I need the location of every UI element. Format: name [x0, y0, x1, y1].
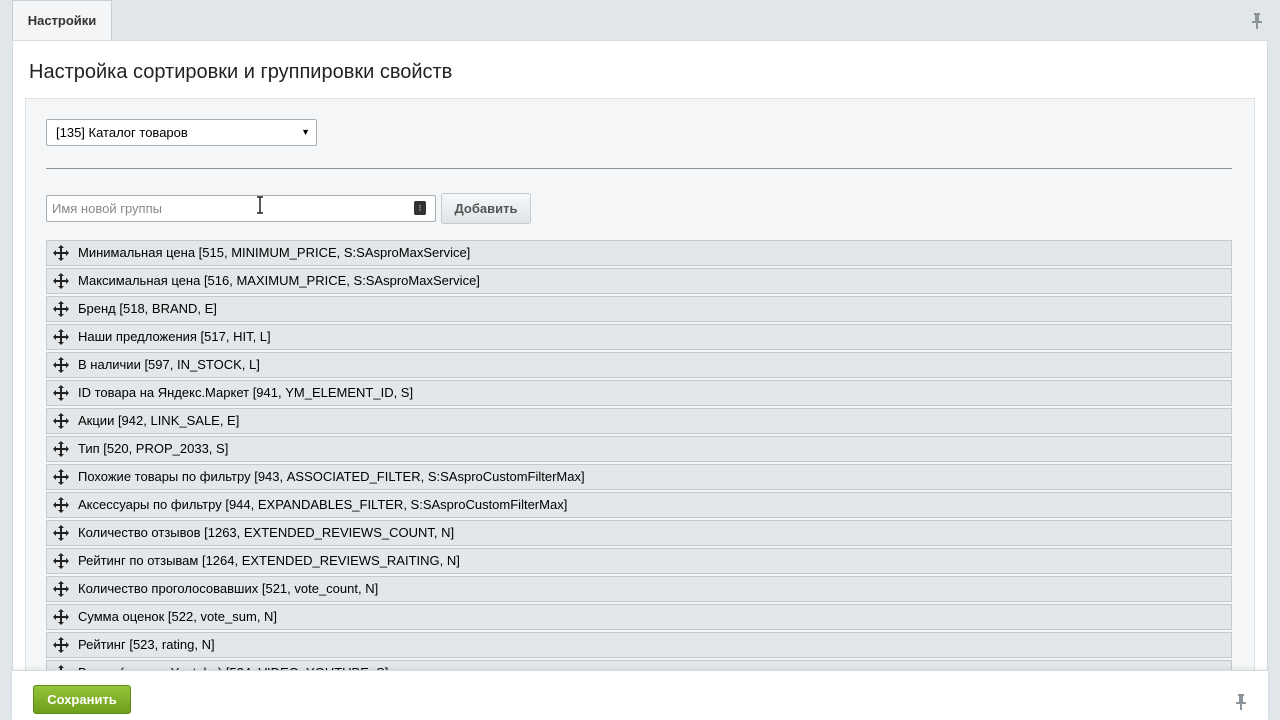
- move-arrows-icon[interactable]: [53, 273, 69, 289]
- settings-panel: Настройка сортировки и группировки свойс…: [12, 40, 1268, 681]
- page-title: Настройка сортировки и группировки свойс…: [29, 61, 453, 83]
- property-label: Похожие товары по фильтру [943, ASSOCIAT…: [78, 469, 585, 484]
- property-row[interactable]: Сумма оценок [522, vote_sum, N]: [46, 604, 1232, 630]
- move-arrows-icon[interactable]: [53, 329, 69, 345]
- move-arrows-icon[interactable]: [53, 301, 69, 317]
- property-label: В наличии [597, IN_STOCK, L]: [78, 357, 260, 372]
- property-label: Аксессуары по фильтру [944, EXPANDABLES_…: [78, 497, 568, 512]
- property-row[interactable]: Максимальная цена [516, MAXIMUM_PRICE, S…: [46, 268, 1232, 294]
- move-arrows-icon[interactable]: [53, 357, 69, 373]
- move-arrows-icon[interactable]: [53, 469, 69, 485]
- property-row[interactable]: Наши предложения [517, HIT, L]: [46, 324, 1232, 350]
- move-arrows-icon[interactable]: [53, 413, 69, 429]
- property-row[interactable]: Количество проголосовавших [521, vote_co…: [46, 576, 1232, 602]
- property-list: Минимальная цена [515, MINIMUM_PRICE, S:…: [46, 240, 1232, 681]
- dropdown-arrow-icon: ▼: [301, 127, 310, 137]
- settings-form: [135] Каталог товаров ▼ ⁝ Добавить Миним…: [25, 98, 1255, 681]
- footer-bar: Сохранить: [12, 670, 1268, 720]
- move-arrows-icon[interactable]: [53, 609, 69, 625]
- property-row[interactable]: Акции [942, LINK_SALE, E]: [46, 408, 1232, 434]
- property-row[interactable]: Тип [520, PROP_2033, S]: [46, 436, 1232, 462]
- new-group-name-input[interactable]: [46, 195, 436, 222]
- iblock-select[interactable]: [135] Каталог товаров ▼: [46, 119, 317, 146]
- property-label: Сумма оценок [522, vote_sum, N]: [78, 609, 278, 624]
- property-label: Рейтинг по отзывам [1264, EXTENDED_REVIE…: [78, 553, 460, 568]
- property-label: Наши предложения [517, HIT, L]: [78, 329, 271, 344]
- property-row[interactable]: Рейтинг [523, rating, N]: [46, 632, 1232, 658]
- move-arrows-icon[interactable]: [53, 385, 69, 401]
- property-row[interactable]: Похожие товары по фильтру [943, ASSOCIAT…: [46, 464, 1232, 490]
- tab-settings[interactable]: Настройки: [12, 0, 112, 40]
- property-label: Бренд [518, BRAND, E]: [78, 301, 217, 316]
- move-arrows-icon[interactable]: [53, 441, 69, 457]
- move-arrows-icon[interactable]: [53, 553, 69, 569]
- property-row[interactable]: Количество отзывов [1263, EXTENDED_REVIE…: [46, 520, 1232, 546]
- property-row[interactable]: Бренд [518, BRAND, E]: [46, 296, 1232, 322]
- autofill-icon[interactable]: ⁝: [414, 201, 426, 215]
- property-label: Минимальная цена [515, MINIMUM_PRICE, S:…: [78, 245, 471, 260]
- property-label: ID товара на Яндекс.Маркет [941, YM_ELEM…: [78, 385, 414, 400]
- property-label: Количество проголосовавших [521, vote_co…: [78, 581, 379, 596]
- save-button[interactable]: Сохранить: [33, 685, 131, 714]
- pin-icon[interactable]: [1250, 12, 1264, 30]
- move-arrows-icon[interactable]: [53, 637, 69, 653]
- add-group-button[interactable]: Добавить: [441, 193, 531, 224]
- pin-icon[interactable]: [1234, 693, 1248, 711]
- property-row[interactable]: ID товара на Яндекс.Маркет [941, YM_ELEM…: [46, 380, 1232, 406]
- move-arrows-icon[interactable]: [53, 245, 69, 261]
- move-arrows-icon[interactable]: [53, 525, 69, 541]
- text-cursor-icon: [257, 196, 263, 214]
- property-label: Акции [942, LINK_SALE, E]: [78, 413, 240, 428]
- move-arrows-icon[interactable]: [53, 497, 69, 513]
- property-row[interactable]: Рейтинг по отзывам [1264, EXTENDED_REVIE…: [46, 548, 1232, 574]
- property-row[interactable]: В наличии [597, IN_STOCK, L]: [46, 352, 1232, 378]
- property-label: Рейтинг [523, rating, N]: [78, 637, 215, 652]
- divider: [46, 168, 1232, 169]
- property-label: Максимальная цена [516, MAXIMUM_PRICE, S…: [78, 273, 480, 288]
- property-row[interactable]: Аксессуары по фильтру [944, EXPANDABLES_…: [46, 492, 1232, 518]
- property-label: Тип [520, PROP_2033, S]: [78, 441, 229, 456]
- move-arrows-icon[interactable]: [53, 581, 69, 597]
- property-label: Количество отзывов [1263, EXTENDED_REVIE…: [78, 525, 455, 540]
- property-row[interactable]: Минимальная цена [515, MINIMUM_PRICE, S:…: [46, 240, 1232, 266]
- iblock-select-value: [135] Каталог товаров: [56, 125, 188, 140]
